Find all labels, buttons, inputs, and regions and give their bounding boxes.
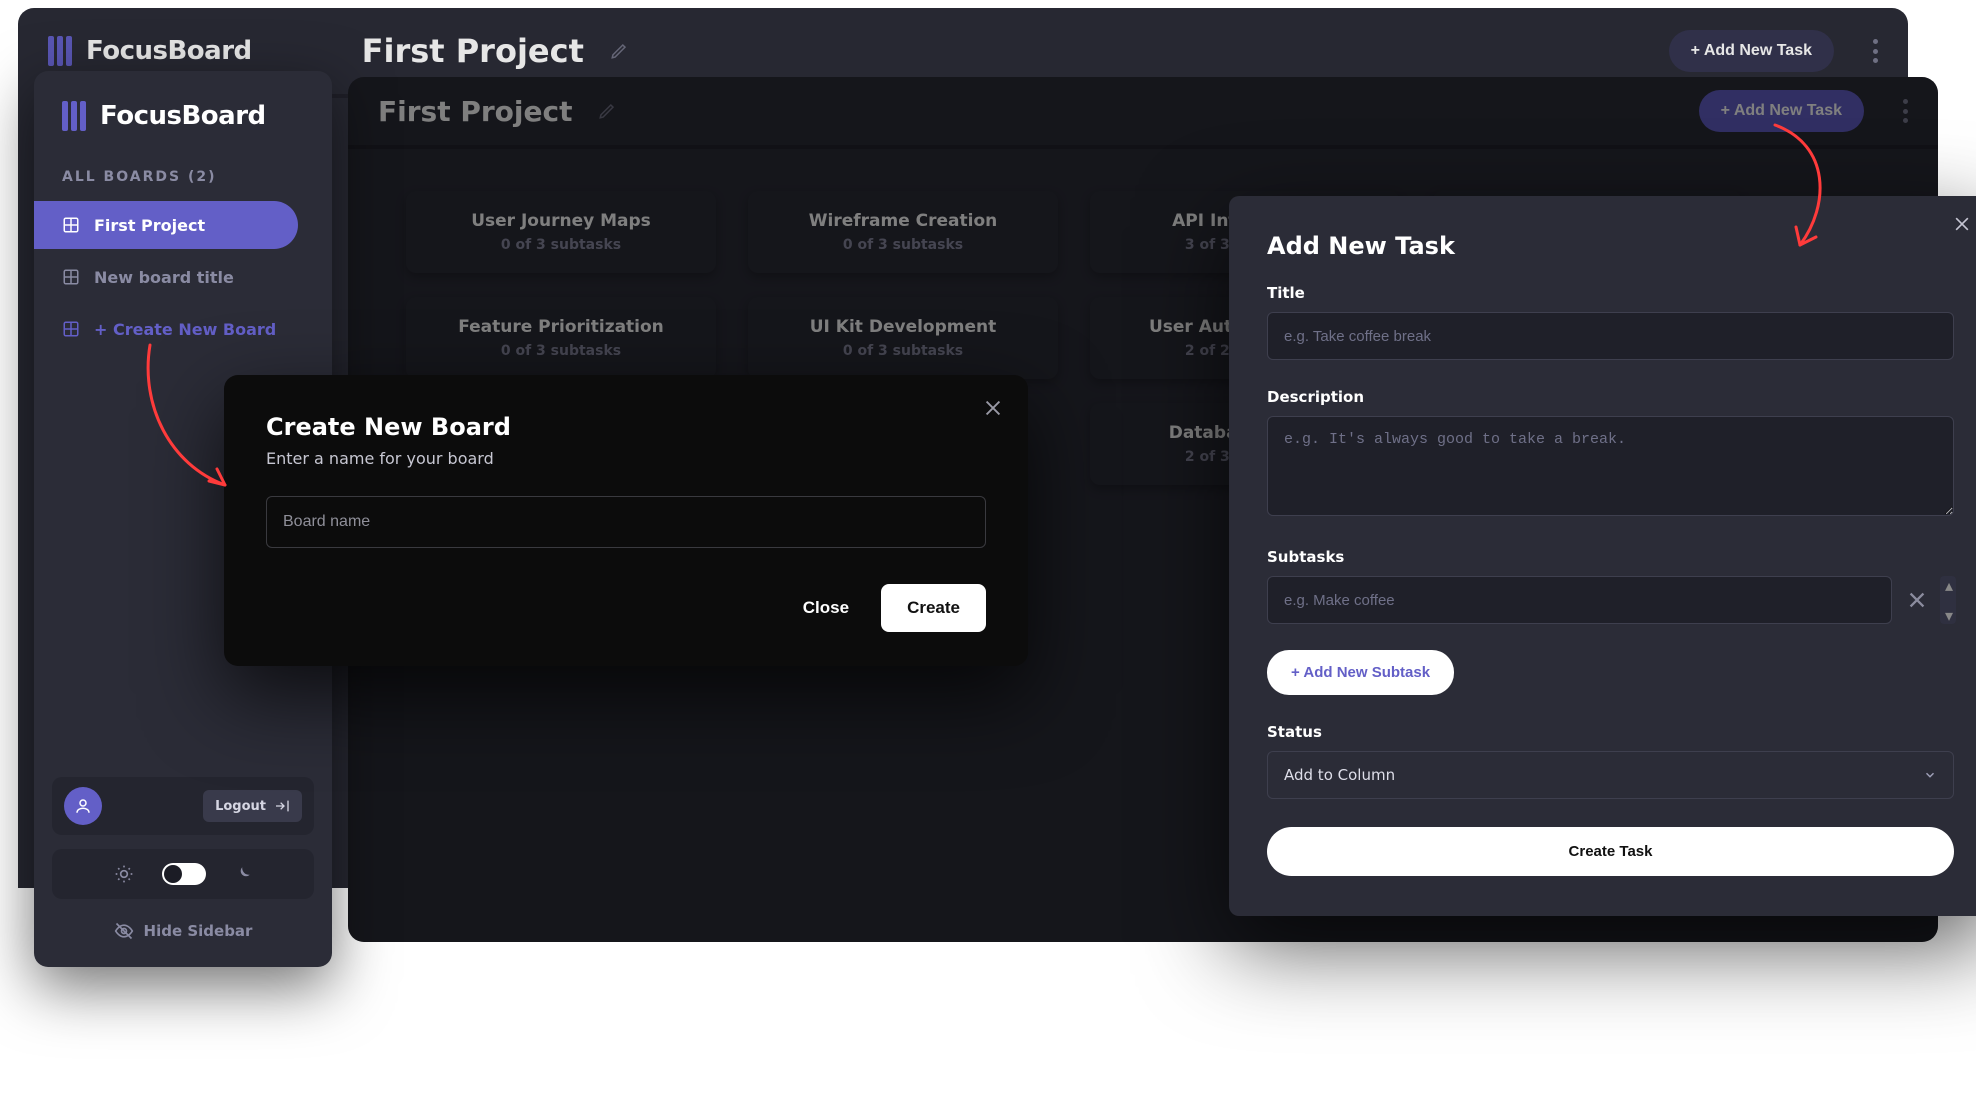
logout-label: Logout xyxy=(215,799,266,814)
add-subtask-button[interactable]: + Add New Subtask xyxy=(1267,650,1454,695)
status-value: Add to Column xyxy=(1284,766,1395,784)
eye-off-icon xyxy=(114,921,134,941)
create-board-modal: Create New Board Enter a name for your b… xyxy=(224,375,1028,666)
board-list: First Project New board title + Create N… xyxy=(34,201,332,353)
logo-bars-icon xyxy=(48,36,72,66)
close-icon[interactable] xyxy=(1952,214,1972,234)
scrollbar[interactable]: ▴ ▾ xyxy=(1940,576,1958,624)
board-icon xyxy=(62,268,80,286)
edit-icon[interactable] xyxy=(610,42,628,60)
back-kebab-icon[interactable] xyxy=(1872,39,1878,63)
sidebar-item-label: First Project xyxy=(94,216,205,235)
logo: FocusBoard xyxy=(48,36,252,66)
task-panel-title: Add New Task xyxy=(1267,232,1954,260)
subtask-row xyxy=(1267,576,1928,624)
scroll-down-icon[interactable]: ▾ xyxy=(1940,606,1958,624)
add-task-panel: Add New Task Title Description Subtasks … xyxy=(1229,196,1976,916)
sun-icon xyxy=(114,864,134,884)
subtask-input[interactable] xyxy=(1267,576,1892,624)
modal-subtitle: Enter a name for your board xyxy=(266,449,986,468)
board-icon xyxy=(62,320,80,338)
task-description-input[interactable] xyxy=(1267,416,1954,516)
modal-close-button[interactable]: Close xyxy=(797,584,855,632)
sidebar-item-new-board-title[interactable]: New board title xyxy=(34,253,298,301)
scroll-up-icon[interactable]: ▴ xyxy=(1940,576,1958,594)
sidebar-item-first-project[interactable]: First Project xyxy=(34,201,298,249)
logo-text: FocusBoard xyxy=(100,101,266,131)
modal-title: Create New Board xyxy=(266,413,986,441)
description-label: Description xyxy=(1267,388,1954,406)
status-select[interactable]: Add to Column xyxy=(1267,751,1954,799)
status-label: Status xyxy=(1267,723,1954,741)
back-project-title: First Project xyxy=(362,32,584,70)
sidebar-item-create-board[interactable]: + Create New Board xyxy=(34,305,298,353)
board-icon xyxy=(62,216,80,234)
account-row: Logout xyxy=(52,777,314,835)
subtasks-label: Subtasks xyxy=(1267,548,1954,566)
close-icon[interactable] xyxy=(982,397,1004,419)
logo-text: FocusBoard xyxy=(86,36,252,66)
sidebar-item-label: + Create New Board xyxy=(94,320,276,339)
logout-icon xyxy=(274,798,290,814)
hide-sidebar-label: Hide Sidebar xyxy=(144,922,253,940)
logout-button[interactable]: Logout xyxy=(203,790,302,822)
moon-icon xyxy=(234,865,252,883)
all-boards-label: ALL BOARDS (2) xyxy=(34,141,332,201)
sidebar-logo: FocusBoard xyxy=(34,71,332,141)
board-name-input[interactable] xyxy=(266,496,986,548)
chevron-down-icon xyxy=(1923,768,1937,782)
theme-toggle[interactable] xyxy=(162,863,206,885)
title-label: Title xyxy=(1267,284,1954,302)
modal-create-button[interactable]: Create xyxy=(881,584,986,632)
task-title-input[interactable] xyxy=(1267,312,1954,360)
remove-subtask-icon[interactable] xyxy=(1906,589,1928,611)
sidebar-item-label: New board title xyxy=(94,268,234,287)
create-task-button[interactable]: Create Task xyxy=(1267,827,1954,876)
user-icon xyxy=(74,797,92,815)
avatar[interactable] xyxy=(64,787,102,825)
theme-toggle-row xyxy=(52,849,314,899)
back-add-task-button[interactable]: + Add New Task xyxy=(1669,30,1834,72)
hide-sidebar-button[interactable]: Hide Sidebar xyxy=(52,913,314,949)
logo-bars-icon xyxy=(62,101,86,131)
